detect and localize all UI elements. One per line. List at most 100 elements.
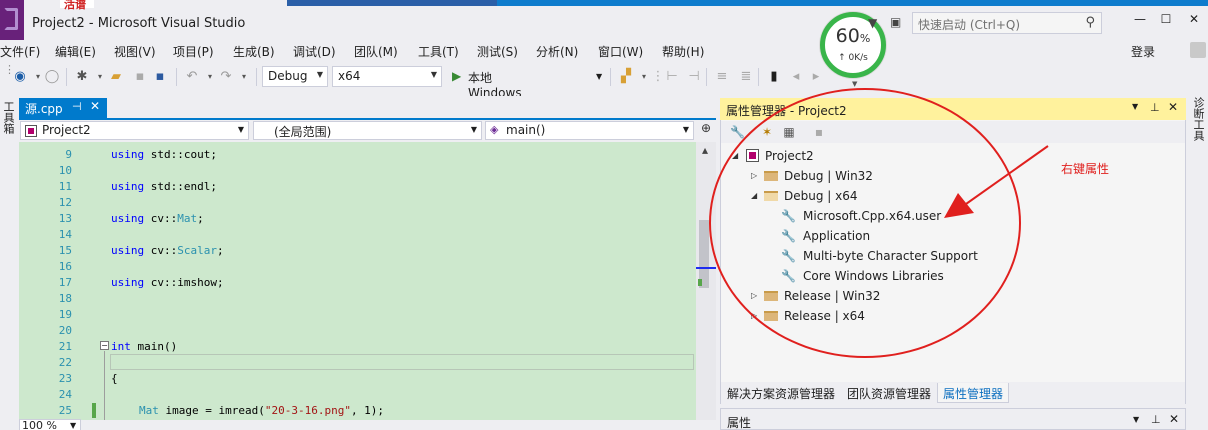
- forward-icon[interactable]: ◯: [44, 69, 60, 85]
- next-bookmark-icon[interactable]: ▸: [808, 69, 824, 85]
- menu-tools[interactable]: 工具(T): [418, 43, 459, 60]
- find-in-files-icon[interactable]: ▞: [618, 69, 634, 85]
- pin-icon[interactable]: ⊥: [1150, 101, 1160, 114]
- code-line[interactable]: using cv::imshow;: [111, 276, 224, 289]
- tab-team-explorer[interactable]: 团队资源管理器: [842, 383, 936, 403]
- uncomment-icon[interactable]: ≣: [738, 69, 754, 85]
- code-line[interactable]: int main(): [111, 340, 177, 353]
- open-file-icon[interactable]: ▰: [108, 69, 124, 85]
- line-number: 12: [58, 196, 72, 209]
- toolbar-separator: [706, 68, 707, 86]
- diagnostics-tools-tab[interactable]: 诊断工具: [1192, 97, 1206, 141]
- new-project-icon[interactable]: ✱: [74, 69, 90, 85]
- window-position-dropdown-icon[interactable]: ▼: [1133, 415, 1139, 424]
- undo-icon[interactable]: ↶: [184, 69, 200, 85]
- bookmark-icon[interactable]: ▮: [766, 69, 782, 85]
- member-nav-select[interactable]: ◈ main() ▼: [485, 121, 694, 140]
- fold-guide: [104, 351, 105, 421]
- close-icon[interactable]: ✕: [1169, 412, 1179, 426]
- menu-window[interactable]: 窗口(W): [598, 43, 643, 60]
- menu-file[interactable]: 文件(F): [0, 43, 40, 60]
- line-number: 19: [58, 308, 72, 321]
- quick-launch-input[interactable]: 快速启动 (Ctrl+Q) ⚲: [912, 12, 1102, 34]
- save-icon[interactable]: ▪: [132, 69, 148, 85]
- redo-dropdown-icon[interactable]: ▾: [236, 69, 252, 85]
- toolbox-tab[interactable]: 工具箱: [2, 101, 16, 134]
- line-number: 21: [58, 340, 72, 353]
- scroll-position-marker: [696, 267, 716, 269]
- menu-analyze[interactable]: 分析(N): [536, 43, 578, 60]
- tab-source-cpp[interactable]: 源.cpp ⊣ ✕: [19, 98, 107, 118]
- redo-icon[interactable]: ↷: [218, 69, 234, 85]
- scope-nav-select[interactable]: (全局范围) ▼: [253, 121, 482, 140]
- code-line[interactable]: {: [111, 372, 118, 385]
- function-icon: ◈: [490, 123, 499, 136]
- feedback-icon[interactable]: ▣: [890, 15, 906, 29]
- solution-configuration-select[interactable]: Debug ▼: [262, 66, 328, 87]
- line-number: 10: [58, 164, 72, 177]
- solution-platform-select[interactable]: x64 ▼: [332, 66, 442, 87]
- code-line[interactable]: Mat image = imread("20-3-16.png", 1);: [139, 404, 384, 417]
- menu-debug[interactable]: 调试(D): [293, 43, 336, 60]
- close-icon[interactable]: ✕: [90, 99, 100, 113]
- menu-help[interactable]: 帮助(H): [662, 43, 704, 60]
- filter-icon[interactable]: ▼: [868, 16, 882, 30]
- new-dropdown-icon[interactable]: ▾: [92, 69, 108, 85]
- user-icon[interactable]: [1190, 42, 1206, 58]
- prev-bookmark-icon[interactable]: ◂: [788, 69, 804, 85]
- menu-project[interactable]: 项目(P): [173, 43, 214, 60]
- line-number: 16: [58, 260, 72, 273]
- split-editor-icon[interactable]: ⊕: [696, 121, 716, 140]
- chevron-down-icon[interactable]: ▼: [596, 72, 602, 81]
- minimize-button[interactable]: —: [1126, 12, 1154, 34]
- scroll-up-icon[interactable]: ▴: [698, 143, 712, 157]
- window-position-dropdown-icon[interactable]: ▼: [1132, 102, 1138, 111]
- menu-view[interactable]: 视图(V): [114, 43, 156, 60]
- visual-studio-logo-icon[interactable]: [0, 0, 24, 40]
- line-number: 20: [58, 324, 72, 337]
- quick-launch-placeholder: 快速启动 (Ctrl+Q): [918, 18, 1021, 32]
- pin-icon[interactable]: ⊥: [1151, 413, 1161, 426]
- close-window-button[interactable]: ✕: [1180, 12, 1208, 34]
- chevron-down-icon: ▼: [316, 70, 323, 79]
- comment-icon[interactable]: ≡: [714, 69, 730, 85]
- login-link[interactable]: 登录: [1131, 43, 1155, 60]
- save-all-icon[interactable]: ▪: [152, 69, 168, 85]
- tab-label: 源.cpp: [25, 102, 63, 116]
- tab-underline: [19, 118, 716, 120]
- code-line[interactable]: using cv::Scalar;: [111, 244, 224, 257]
- menu-build[interactable]: 生成(B): [233, 43, 275, 60]
- step-over-icon[interactable]: ⊣: [686, 69, 702, 85]
- tab-solution-explorer[interactable]: 解决方案资源管理器: [722, 383, 840, 403]
- menu-team[interactable]: 团队(M): [354, 43, 398, 60]
- collapse-toggle[interactable]: −: [100, 341, 109, 350]
- menu-edit[interactable]: 编辑(E): [55, 43, 96, 60]
- standard-toolbar: [0, 62, 1208, 92]
- line-number: 22: [58, 356, 72, 369]
- diagnostics-strip: [1187, 96, 1208, 430]
- search-icon[interactable]: ⚲: [1085, 15, 1095, 30]
- code-line[interactable]: using std::endl;: [111, 180, 217, 193]
- step-into-icon[interactable]: ⊢: [664, 69, 680, 85]
- play-icon: ▶: [452, 69, 462, 83]
- zoom-select[interactable]: 100 % ▼: [19, 419, 81, 430]
- undo-dropdown-icon[interactable]: ▾: [202, 69, 218, 85]
- tab-property-manager[interactable]: 属性管理器: [937, 383, 1010, 403]
- close-icon[interactable]: ✕: [1168, 100, 1178, 114]
- maximize-button[interactable]: ☐: [1152, 12, 1180, 34]
- desktop-strip-dark: [287, 0, 497, 6]
- back-icon[interactable]: ◉: [12, 69, 28, 85]
- scrollbar-thumb[interactable]: [699, 220, 709, 288]
- line-number: 25: [58, 404, 72, 417]
- project-nav-select[interactable]: Project2 ▼: [20, 121, 249, 140]
- code-line[interactable]: using cv::Mat;: [111, 212, 204, 225]
- line-number: 11: [58, 180, 72, 193]
- menu-test[interactable]: 测试(S): [477, 43, 518, 60]
- current-line-highlight: [110, 354, 694, 370]
- window-title: Project2 - Microsoft Visual Studio: [32, 16, 246, 31]
- properties-wrench-icon[interactable]: 🔧: [730, 125, 745, 139]
- toolbar-grip-icon: ⋮: [4, 63, 15, 76]
- code-line[interactable]: using std::cout;: [111, 148, 217, 161]
- pin-icon[interactable]: ⊣: [72, 100, 82, 113]
- chevron-down-icon: ▼: [430, 70, 437, 79]
